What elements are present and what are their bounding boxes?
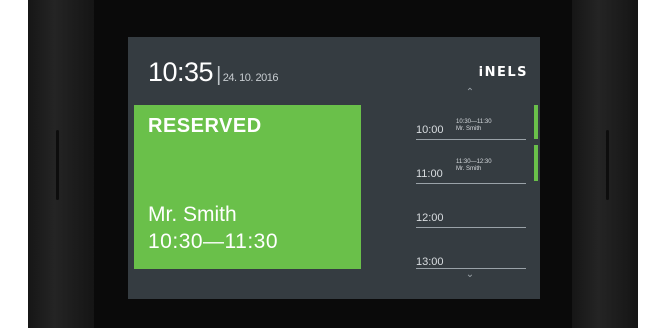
chevron-up-icon[interactable]: ⌃ (460, 87, 480, 98)
slot-booking-name: Mr. Smith (456, 166, 482, 172)
reserved-indicator (534, 145, 538, 181)
touch-screen: 10:35 | 24. 10. 2016 iNELS RESERVED Mr. Sm… (128, 37, 540, 299)
time-date-separator: | (216, 64, 221, 86)
slot-booking-range: 10:30—11:30 (456, 119, 492, 125)
chevron-down-icon[interactable]: ⌄ (460, 269, 480, 280)
left-slot (56, 130, 59, 200)
slot-divider (416, 183, 526, 184)
slot-booking-detail: 10:30—11:30 Mr. Smith (456, 119, 492, 133)
slot-booking-detail: 11:30—12:30 Mr. Smith (456, 159, 492, 173)
slot-divider (416, 227, 526, 228)
slot-divider (416, 139, 526, 140)
right-bezel (572, 0, 638, 328)
slot-booking-name: Mr. Smith (456, 126, 482, 132)
status-title: RESERVED (148, 115, 262, 137)
current-date: 24. 10. 2016 (222, 72, 279, 84)
reservation-time-range: 10:30—11:30 (148, 230, 279, 253)
slot-time-1000[interactable]: 10:00 (416, 124, 444, 136)
slot-time-1100[interactable]: 11:00 (416, 168, 443, 180)
reservation-status-card: RESERVED Mr. Smith 10:30—11:30 (134, 105, 361, 269)
brand-logo: iNELS (478, 65, 528, 80)
slot-booking-range: 11:30—12:30 (456, 159, 492, 165)
clock: 10:35 | 24. 10. 2016 (148, 57, 278, 88)
current-time: 10:35 (148, 57, 214, 87)
left-bezel (28, 0, 94, 328)
reserved-indicator (534, 105, 538, 139)
slot-time-1300[interactable]: 13:00 (416, 256, 444, 268)
slot-time-1200[interactable]: 12:00 (416, 212, 444, 224)
right-slot (606, 130, 609, 200)
reservation-guest: Mr. Smith (148, 203, 237, 226)
